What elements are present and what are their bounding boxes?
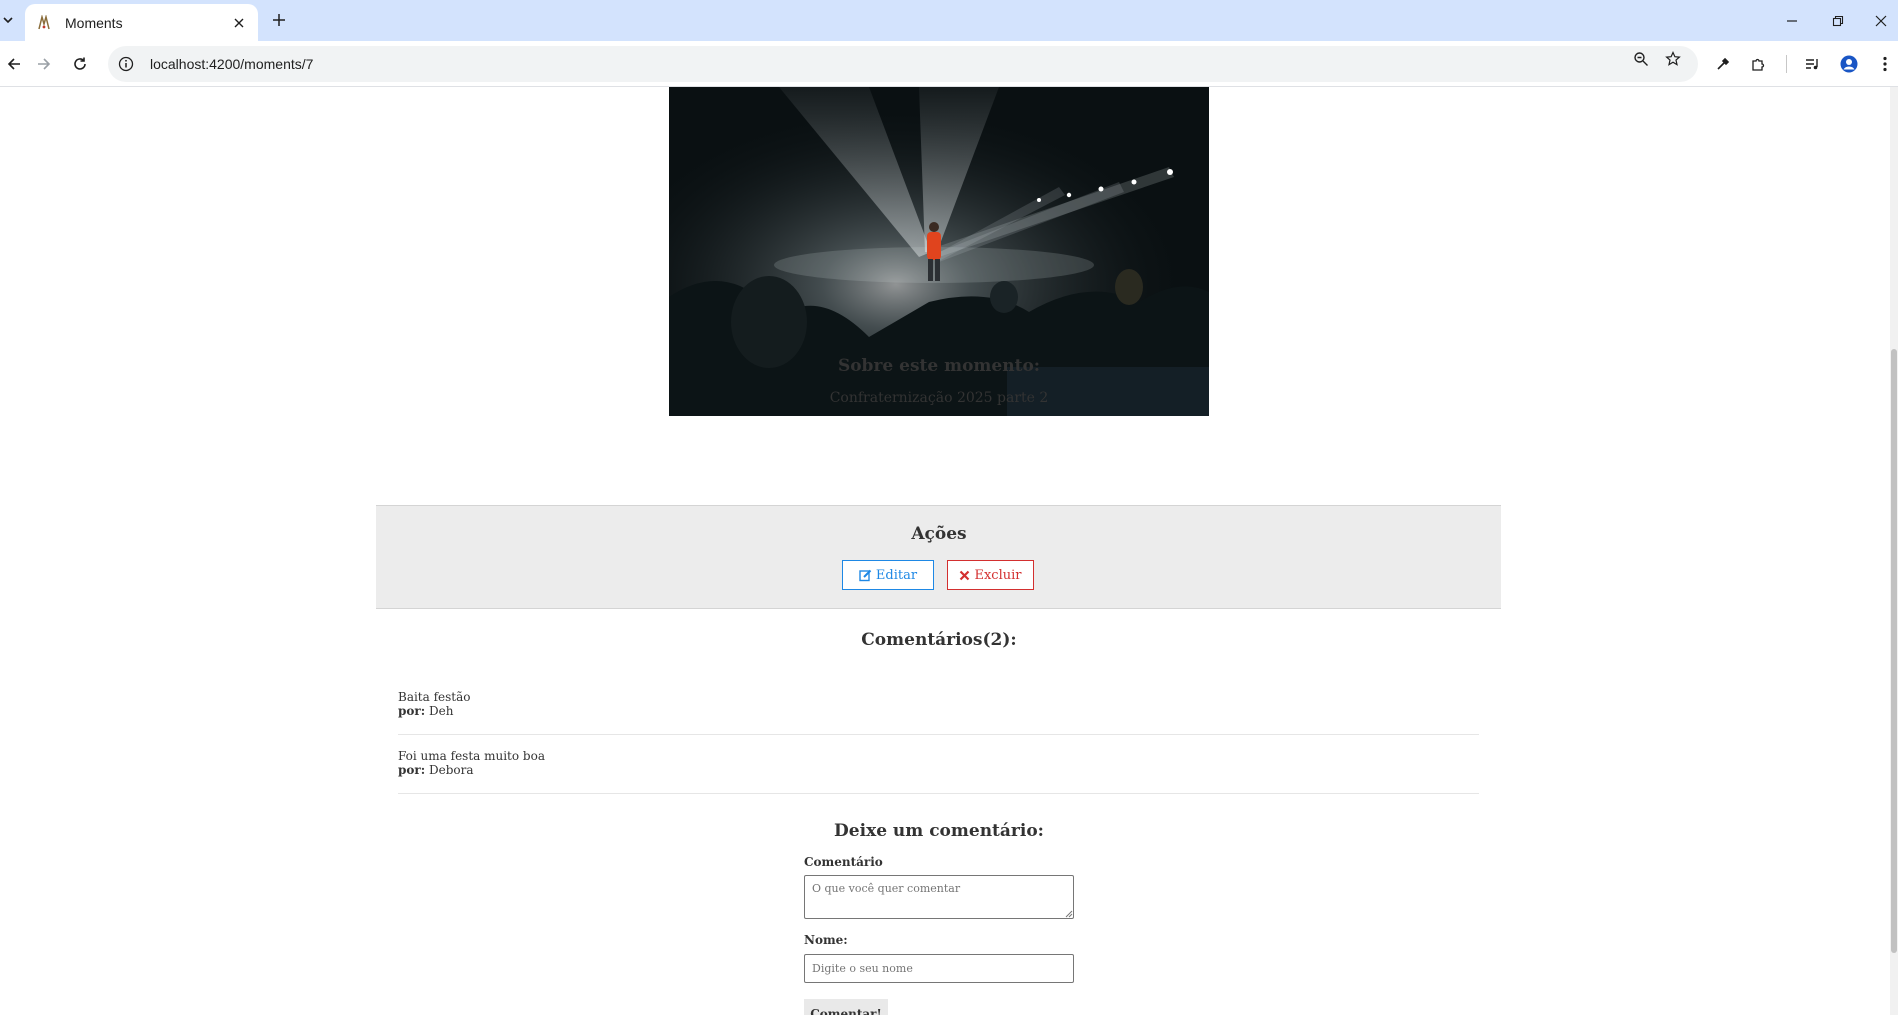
- moment-description: Confraternização 2025 parte 2: [829, 390, 1049, 406]
- actions-heading: Ações: [911, 524, 967, 544]
- media-controls-icon[interactable]: [1801, 53, 1823, 75]
- delete-button-label: Excluir: [974, 567, 1022, 583]
- close-x-icon: [960, 570, 970, 580]
- window-close-icon[interactable]: [1858, 0, 1898, 41]
- url-text: localhost:4200/moments/7: [150, 56, 314, 72]
- comment-author-name: Deh: [428, 704, 454, 718]
- delete-button[interactable]: Excluir: [947, 560, 1034, 590]
- toolbar-separator: [1786, 55, 1787, 73]
- comment-author-name: Debora: [428, 763, 474, 777]
- minimize-icon[interactable]: [1769, 0, 1815, 41]
- comments-heading: Comentários(2):: [861, 630, 1017, 650]
- comment-field-label: Comentário: [804, 855, 883, 869]
- edit-button[interactable]: Editar: [842, 560, 934, 590]
- about-heading: Sobre este momento:: [837, 356, 1041, 376]
- profile-avatar-icon[interactable]: [1838, 53, 1860, 75]
- submit-comment-button[interactable]: Comentar!: [804, 999, 888, 1015]
- comment-author: por: Debora: [398, 763, 474, 777]
- browser-tab-active[interactable]: Moments: [25, 4, 258, 41]
- forward-arrow-icon[interactable]: [30, 50, 58, 78]
- extensions-puzzle-icon[interactable]: [1748, 53, 1770, 75]
- tab-list-chevron-icon[interactable]: [0, 8, 16, 32]
- name-field-label: Nome:: [804, 933, 848, 947]
- edit-icon: [859, 569, 872, 581]
- page-scrollbar[interactable]: [1890, 87, 1898, 1015]
- bookmark-star-icon[interactable]: [1663, 49, 1683, 69]
- zoom-icon[interactable]: [1631, 49, 1651, 69]
- tab-close-icon[interactable]: [230, 14, 248, 32]
- edit-button-label: Editar: [875, 567, 918, 583]
- new-tab-plus-icon[interactable]: [268, 9, 290, 31]
- comment-by-label: por:: [398, 704, 426, 718]
- actions-panel: Ações Editar Excluir: [376, 505, 1501, 609]
- site-info-icon[interactable]: [116, 54, 136, 74]
- reload-icon[interactable]: [66, 50, 94, 78]
- resize-grip-icon[interactable]: [1065, 910, 1073, 918]
- comment-text: Foi uma festa muito boa: [398, 749, 545, 763]
- comment-item: Baita festão por: Deh: [398, 676, 1479, 735]
- restore-icon[interactable]: [1815, 0, 1861, 41]
- comment-by-label: por:: [398, 763, 426, 777]
- comment-text: Baita festão: [398, 690, 471, 704]
- comment-author: por: Deh: [398, 704, 453, 718]
- tab-title: Moments: [65, 14, 123, 31]
- browser-menu-kebab-icon[interactable]: [1874, 53, 1896, 75]
- browser-toolbar: localhost:4200/moments/7: [0, 41, 1898, 87]
- page-viewport: Sobre este momento: Confraternização 202…: [0, 87, 1898, 1015]
- moments-logo-icon: [35, 14, 53, 32]
- browser-tab-bar: Moments: [0, 0, 1898, 41]
- back-arrow-icon[interactable]: [0, 50, 28, 78]
- scrollbar-thumb[interactable]: [1891, 349, 1897, 953]
- comment-item: Foi uma festa muito boa por: Debora: [398, 735, 1479, 794]
- name-input[interactable]: [804, 954, 1074, 983]
- eyedropper-extension-icon[interactable]: [1712, 53, 1734, 75]
- address-bar[interactable]: localhost:4200/moments/7: [108, 46, 1698, 82]
- comment-form-heading: Deixe um comentário:: [834, 821, 1044, 841]
- comment-textarea[interactable]: [804, 875, 1074, 919]
